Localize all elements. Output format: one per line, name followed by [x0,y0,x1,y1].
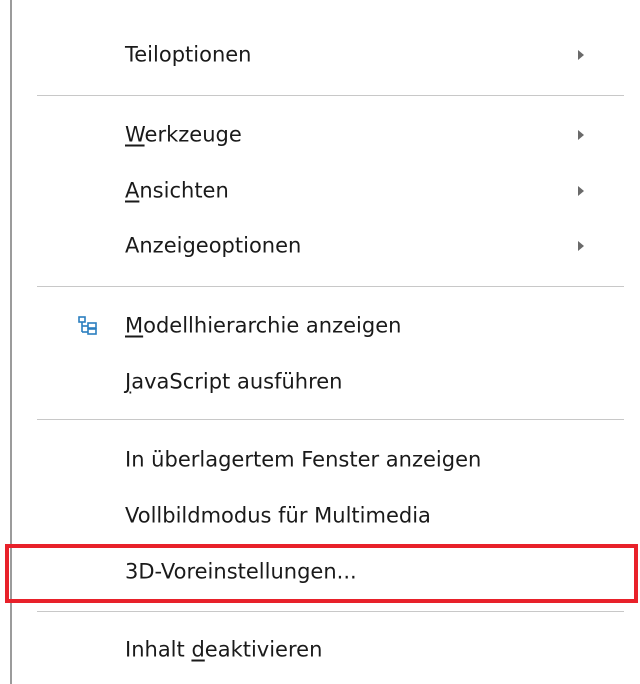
menu-separator [37,419,624,420]
menu-item-javascript[interactable]: JavaScript ausführen [12,354,640,410]
menu-item-modellhierarchie[interactable]: Modellhierarchie anzeigen [12,298,640,354]
submenu-arrow-icon [578,130,584,140]
menu-item-ueberlagertes-fenster[interactable]: In überlagertem Fenster anzeigen [12,432,640,488]
label-rest: erkzeuge [144,122,242,147]
menu-item-label: Anzeigeoptionen [125,233,302,258]
menu-item-werkzeuge[interactable]: Werkzeuge [12,107,640,163]
mnemonic-letter: A [125,178,140,203]
menu-item-teiloptionen[interactable]: Teiloptionen [12,27,640,83]
menu-separator [37,95,624,96]
menu-item-label: Vollbildmodus für Multimedia [125,503,431,528]
label-rest: odellhierarchie anzeigen [143,313,402,338]
label-rest: nsichten [139,178,229,203]
menu-item-ansichten[interactable]: Ansichten [12,163,640,219]
label-rest: eaktivieren [204,637,323,662]
menu-item-3d-voreinstellungen[interactable]: 3D-Voreinstellungen... [12,544,640,600]
menu-item-vollbildmodus[interactable]: Vollbildmodus für Multimedia [12,488,640,544]
mnemonic-letter: d [191,637,205,662]
label-prefix: Inhalt [125,637,192,662]
menu-item-label: JavaScript ausführen [125,369,343,394]
context-menu: Teiloptionen Werkzeuge Ansichten Anzeige… [10,0,640,684]
submenu-arrow-icon [578,241,584,251]
menu-item-label: 3D-Voreinstellungen... [125,559,357,584]
menu-item-label: Werkzeuge [125,122,242,147]
submenu-arrow-icon [578,186,584,196]
menu-separator [37,286,624,287]
menu-item-label: Inhalt deaktivieren [125,637,323,662]
submenu-arrow-icon [578,50,584,60]
mnemonic-letter: W [125,122,145,147]
menu-item-label: In überlagertem Fenster anzeigen [125,447,482,472]
menu-item-anzeigeoptionen[interactable]: Anzeigeoptionen [12,218,640,274]
menu-item-label: Modellhierarchie anzeigen [125,313,402,338]
model-tree-icon [78,316,98,336]
menu-separator [37,611,624,612]
label-rest: avaScript ausführen [131,369,343,394]
mnemonic-letter: M [125,313,144,338]
menu-item-label: Teiloptionen [125,42,252,67]
menu-item-inhalt-deaktivieren[interactable]: Inhalt deaktivieren [12,622,640,678]
menu-item-label: Ansichten [125,178,229,203]
